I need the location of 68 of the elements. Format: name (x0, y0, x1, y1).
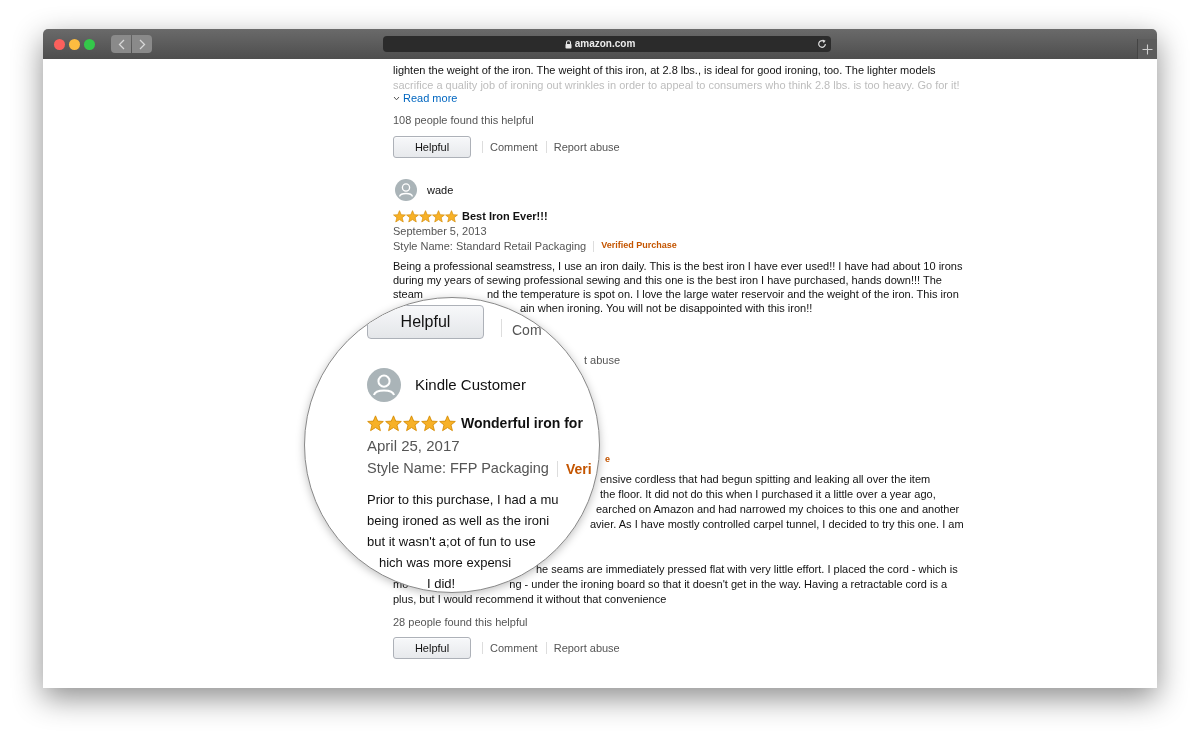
reviewer-name: wade (427, 182, 454, 198)
verified-purchase-label: e (605, 454, 610, 464)
style-name: Style Name: FFP Packaging (367, 459, 549, 479)
close-window-button[interactable] (54, 38, 65, 50)
new-tab-button[interactable] (1137, 39, 1157, 59)
url-text: amazon.com (574, 38, 636, 50)
plus-icon (1142, 43, 1153, 55)
review-text-line: being ironed as well as the ironi (367, 512, 550, 530)
maximize-window-button[interactable] (84, 38, 95, 50)
review-title[interactable]: Wonderful iron for (461, 412, 583, 434)
back-icon (117, 38, 125, 50)
style-name: Style Name: Standard Retail Packaging (393, 238, 587, 254)
review-text-line: but it wasn't a;ot of fun to use (367, 533, 536, 551)
review-text-line: lighten the weight of the iron. The weight of this iron, at 2.8 lbs., is ideal for good ironing, too. The lighter models (393, 63, 936, 78)
star-icon (432, 209, 445, 223)
review-text-line: ain when ironing. You will not be disappointed with this iron!! (520, 301, 813, 315)
review-text-line: plus, but I would recommend it without that convenience (393, 592, 667, 607)
report-abuse-link[interactable]: Report abuse (553, 138, 620, 156)
report-abuse-link[interactable]: Report abuse (553, 639, 620, 657)
address-bar[interactable]: amazon.com (383, 36, 831, 52)
forward-icon (138, 38, 146, 50)
chevron-down-icon (393, 95, 400, 101)
review-text-line: Prior to this purchase, I had a mu (367, 491, 559, 509)
verified-purchase-label: Veri (565, 459, 592, 479)
review-text-line: ng - under the ironing board so that it doesn't get in the way. Having a retractable cord is a (509, 577, 948, 592)
avatar-icon (395, 179, 417, 201)
helpful-button[interactable]: Helpful (393, 637, 471, 659)
star-icon (403, 414, 420, 432)
review-date: April 25, 2017 (367, 436, 460, 456)
review-text-line: sacrifice a quality job of ironing out wrinkles in order to appeal to consumers who think 2.8 lbs. is too heavy. Go for it! (393, 78, 960, 92)
star-icon (445, 209, 458, 223)
star-icon (406, 209, 419, 223)
comment-link[interactable]: Comment (490, 138, 538, 156)
reviewer-name: Kindle Customer (415, 374, 526, 395)
read-more-link[interactable]: Read more (393, 92, 458, 104)
star-icon (367, 414, 384, 432)
helpful-button[interactable]: Helpful (367, 305, 484, 339)
star-icon (393, 209, 406, 223)
reload-icon[interactable] (817, 39, 827, 49)
review-date: September 5, 2013 (393, 224, 487, 238)
forward-button[interactable] (132, 35, 152, 53)
avatar-icon (367, 368, 401, 402)
verified-purchase-label: Verified Purchase (601, 239, 677, 253)
helpful-button[interactable]: Helpful (393, 136, 471, 158)
review-text-line: hich was more expensi (379, 554, 512, 572)
star-icon (419, 209, 432, 223)
review-text-line: he seams are immediately pressed flat with very little effort. I placed the cord - which is (536, 562, 958, 577)
review-title[interactable]: Best Iron Ever!!! (462, 207, 548, 225)
minimize-window-button[interactable] (69, 38, 80, 50)
helpful-count: 28 people found this helpful (393, 615, 528, 630)
review-text-line: Being a professional seamstress, I use an iron daily. This is the best iron I have ever used!! I have had about 10 irons (393, 259, 963, 273)
report-abuse-link[interactable]: t abuse (584, 353, 621, 367)
helpful-count: 108 people found this helpful (393, 113, 534, 128)
star-icon (385, 414, 402, 432)
star-icon (421, 414, 438, 432)
comment-link[interactable]: Com (512, 322, 542, 338)
comment-link[interactable]: Comment (490, 639, 538, 657)
review-text-line: steam (393, 287, 423, 301)
review-text-line: the floor. It did not do this when I purchased it a little over a year ago, (600, 487, 936, 502)
review-text-line: nd the temperature is spot on. I love the large water reservoir and the weight of the iron. This iron (486, 287, 959, 301)
review-text-line: I did! (427, 575, 456, 592)
review-text-line: during my years of sewing professional sewing and this one is the best iron I have purchased, hands down!!! The (393, 273, 942, 287)
review-text-line: avier. As I have mostly controlled carpel tunnel, I decided to try this one. I am (590, 517, 964, 532)
review-text-line: earched on Amazon and had narrowed my choices to this one and another (596, 502, 960, 517)
star-icon (439, 414, 456, 432)
review-text-line: ensive cordless that had begun spitting and leaking all over the item (600, 472, 931, 487)
back-button[interactable] (111, 35, 131, 53)
lock-icon (564, 39, 572, 49)
